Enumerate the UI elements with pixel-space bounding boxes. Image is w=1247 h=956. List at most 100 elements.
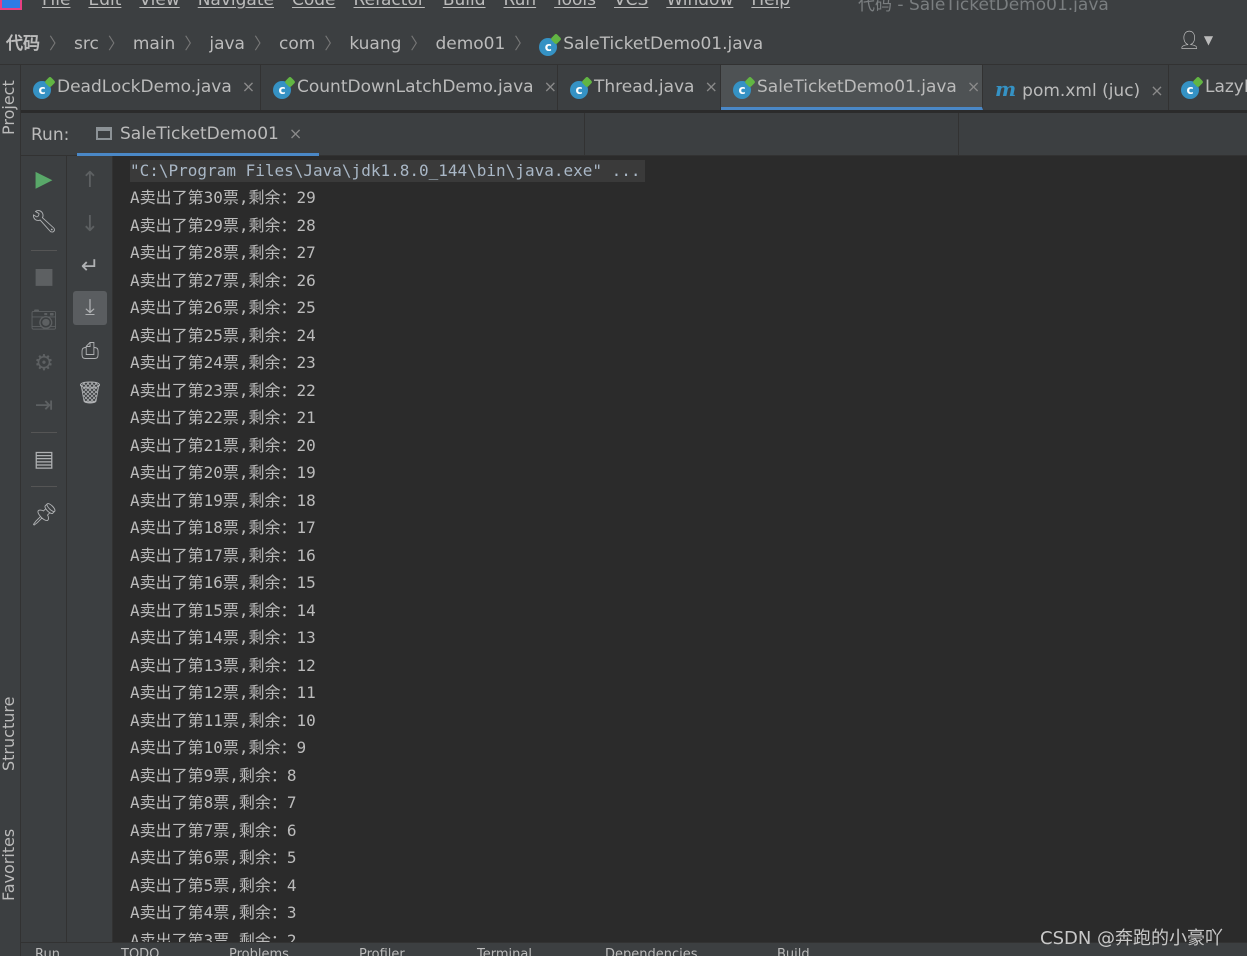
trash-icon: 🗑︎ bbox=[76, 381, 104, 406]
close-icon[interactable]: × bbox=[704, 77, 717, 96]
user-menu-button[interactable]: 👤︎ ▼ bbox=[1178, 30, 1213, 51]
breadcrumb-item[interactable]: main bbox=[133, 34, 175, 54]
editor-tab[interactable]: c Thread.java × bbox=[558, 65, 721, 110]
breadcrumb-separator-icon: 〉 bbox=[410, 34, 427, 53]
toolbar-separator bbox=[31, 486, 57, 487]
run-tool-header: Run: SaleTicketDemo01 × bbox=[21, 113, 1247, 156]
divider bbox=[584, 113, 585, 156]
close-icon[interactable]: × bbox=[289, 124, 302, 143]
close-icon[interactable]: × bbox=[544, 77, 557, 96]
breadcrumb-label: kuang bbox=[349, 34, 402, 54]
window-title: 代码 - SaleTicketDemo01.java bbox=[858, 0, 1109, 12]
console-command-line: "C:\Program Files\Java\jdk1.8.0_144\bin\… bbox=[130, 160, 645, 182]
breadcrumb-label: java bbox=[209, 34, 245, 54]
editor-tab[interactable]: c SaleTicketDemo01.java × bbox=[721, 65, 983, 110]
user-icon: 👤︎ bbox=[1178, 30, 1201, 51]
editor-tab[interactable]: c CountDownLatchDemo.java × bbox=[261, 65, 558, 110]
pin-tab-button[interactable]: 📌︎ bbox=[21, 498, 67, 534]
breadcrumb-item[interactable]: c SaleTicketDemo01.java bbox=[539, 34, 763, 56]
menu-item[interactable]: Refactor bbox=[354, 0, 425, 10]
bottom-tool-tab[interactable]: Dependencies bbox=[605, 947, 698, 956]
editor-tab[interactable]: m pom.xml (juc) × bbox=[983, 65, 1169, 110]
menu-bar: File Edit View Navigate Code Refactor Build Run… bbox=[0, 0, 1247, 12]
editor-tabs: c DeadLockDemo.java × c CountDownLatchDemo.j… bbox=[21, 65, 1247, 110]
breadcrumb-item[interactable]: src bbox=[74, 34, 99, 54]
close-icon[interactable]: × bbox=[1150, 81, 1163, 100]
breadcrumb-item[interactable]: com bbox=[279, 34, 315, 54]
project-tool-label: Project bbox=[0, 80, 18, 135]
restore-layout-button[interactable]: ▤ bbox=[21, 442, 67, 478]
console-line: A卖出了第30票,剩余：29 bbox=[130, 188, 316, 207]
rerun-button[interactable]: ▶ bbox=[21, 162, 67, 198]
close-icon[interactable]: × bbox=[242, 77, 255, 96]
scroll-to-end-button[interactable]: ⤓ bbox=[73, 291, 107, 325]
class-icon: c bbox=[733, 81, 751, 99]
menu-item[interactable]: Run bbox=[504, 0, 537, 10]
bottom-tool-tab[interactable]: Profiler bbox=[359, 947, 405, 956]
menu-item[interactable]: Navigate bbox=[198, 0, 274, 10]
breadcrumb-item[interactable]: java bbox=[209, 34, 245, 54]
console-line: A卖出了第11票,剩余：10 bbox=[130, 710, 316, 730]
console-line: A卖出了第3票,剩余：2 bbox=[130, 930, 297, 943]
console-line: A卖出了第19票,剩余：18 bbox=[130, 490, 316, 510]
menu-item[interactable]: Code bbox=[292, 0, 336, 10]
console-output[interactable]: "C:\Program Files\Java\jdk1.8.0_144\bin\… bbox=[113, 156, 1247, 942]
divider bbox=[958, 113, 959, 156]
console-line: A卖出了第20票,剩余：19 bbox=[130, 463, 316, 482]
stop-icon: ■ bbox=[33, 264, 55, 289]
soft-wrap-button[interactable]: ↵ bbox=[67, 249, 113, 285]
breadcrumb-root[interactable]: 代码 bbox=[6, 34, 40, 54]
edit-configuration-button[interactable]: 🔧︎ bbox=[21, 205, 67, 241]
menu-item[interactable]: Tools bbox=[554, 0, 596, 10]
previous-occurrence-button[interactable]: ↑ bbox=[67, 163, 113, 199]
toolbar-separator bbox=[31, 250, 57, 251]
exit-button[interactable]: ⇥ bbox=[21, 388, 67, 424]
stop-button[interactable]: ■ bbox=[21, 259, 67, 295]
bottom-tool-tab[interactable]: Terminal bbox=[477, 947, 532, 956]
editor-tab[interactable]: c DeadLockDemo.java × bbox=[21, 65, 261, 110]
console-line: A卖出了第26票,剩余：25 bbox=[130, 298, 316, 317]
console-line: A卖出了第25票,剩余：24 bbox=[130, 325, 316, 345]
menu-item[interactable]: Window bbox=[666, 0, 733, 10]
camera-icon: 📷︎ bbox=[30, 308, 58, 333]
menu-item[interactable]: VCS bbox=[614, 0, 648, 10]
close-icon[interactable]: × bbox=[967, 77, 980, 96]
settings-button[interactable]: ⚙ bbox=[21, 346, 67, 382]
project-tool-tab[interactable]: Project bbox=[0, 80, 18, 135]
menu-item[interactable]: View bbox=[139, 0, 179, 10]
class-icon: c bbox=[33, 81, 51, 99]
bottom-tool-tab[interactable]: TODO bbox=[121, 947, 159, 956]
breadcrumb-item[interactable]: kuang bbox=[349, 34, 401, 54]
bottom-tool-tab[interactable]: Problems bbox=[229, 947, 289, 956]
console-line: A卖出了第4票,剩余：3 bbox=[130, 903, 297, 922]
structure-tool-tab[interactable]: Structure bbox=[0, 697, 18, 771]
favorites-tool-tab[interactable]: Favorites bbox=[0, 829, 18, 901]
dump-threads-button[interactable]: 📷︎ bbox=[21, 303, 67, 339]
bottom-tool-tab[interactable]: Run bbox=[35, 947, 60, 956]
print-button[interactable]: ⎙ bbox=[67, 334, 113, 370]
menu-item[interactable]: Build bbox=[443, 0, 486, 10]
run-config-tab[interactable]: SaleTicketDemo01 × bbox=[77, 113, 319, 156]
menu-item[interactable]: Help bbox=[751, 0, 790, 10]
play-icon: ▶ bbox=[35, 167, 53, 192]
console-line: A卖出了第29票,剩余：28 bbox=[130, 215, 316, 235]
structure-tool-label: Structure bbox=[0, 696, 18, 771]
console-line: A卖出了第8票,剩余：7 bbox=[130, 793, 297, 812]
clear-all-button[interactable]: 🗑︎ bbox=[67, 376, 113, 412]
class-icon: c bbox=[570, 81, 588, 99]
console-line: A卖出了第7票,剩余：6 bbox=[130, 820, 297, 840]
layout-icon: ▤ bbox=[33, 447, 55, 472]
console-line: A卖出了第9票,剩余：8 bbox=[130, 765, 297, 785]
menu-item[interactable]: File bbox=[42, 0, 70, 10]
class-icon: c bbox=[539, 38, 558, 56]
editor-tab[interactable]: c LazyM bbox=[1169, 65, 1247, 110]
printer-icon: ⎙ bbox=[81, 339, 99, 364]
breadcrumb-item[interactable]: demo01 bbox=[435, 34, 505, 54]
breadcrumb-label: main bbox=[132, 34, 176, 54]
bottom-tool-tab[interactable]: Build bbox=[777, 947, 810, 956]
menu-item[interactable]: Edit bbox=[88, 0, 121, 10]
next-occurrence-button[interactable]: ↓ bbox=[67, 207, 113, 243]
navigation-bar: 代码 〉 src 〉 main 〉 java 〉 com 〉 kuang 〉 demo01 〉 c SaleT… bbox=[0, 12, 1247, 65]
editor-tab-label: SaleTicketDemo01.java bbox=[757, 77, 957, 97]
menu-items: File Edit View Navigate Code Refactor Build Run… bbox=[42, 0, 808, 10]
